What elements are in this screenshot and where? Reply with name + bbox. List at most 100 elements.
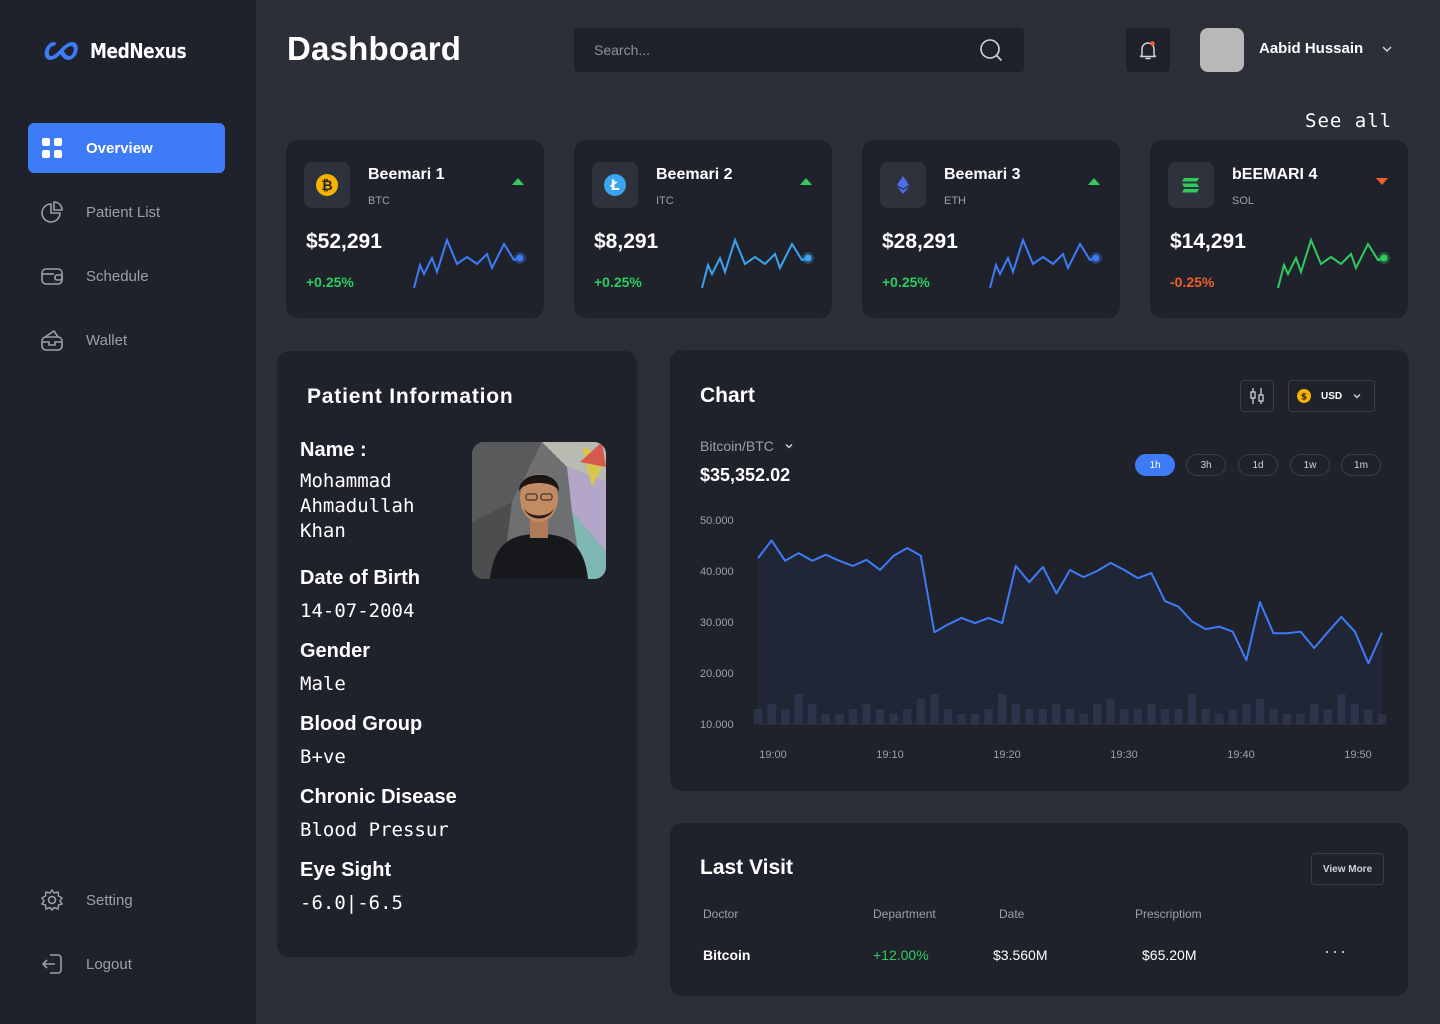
chronic-disease-label: Chronic Disease — [300, 786, 457, 808]
coin-name: bEEMARI 4 — [1232, 166, 1318, 183]
last-visit-card: Last Visit View More Doctor Department D… — [670, 823, 1408, 996]
candlestick-icon — [1250, 388, 1264, 404]
range-1h-button[interactable]: 1h — [1135, 454, 1175, 476]
sparkline — [989, 237, 1102, 289]
search-input[interactable]: Search... — [574, 28, 1024, 72]
dob-value: 14-07-2004 — [300, 600, 415, 622]
sidebar-item-logout[interactable]: Logout — [28, 939, 225, 989]
notification-button[interactable] — [1126, 28, 1170, 72]
sidebar-item-label: Schedule — [86, 267, 149, 285]
y-tick-label: 40.000 — [700, 566, 734, 578]
page-title: Dashboard — [287, 30, 462, 67]
sidebar-item-label: Setting — [86, 891, 133, 909]
sidebar-item-setting[interactable]: Setting — [28, 875, 225, 925]
bell-icon — [1139, 41, 1157, 60]
cell-date: $3.560M — [993, 947, 1048, 963]
currency-select[interactable]: $ USD — [1288, 380, 1375, 412]
gender-value: Male — [300, 673, 346, 695]
sidebar-item-schedule[interactable]: Schedule — [28, 251, 225, 301]
brand-logo[interactable]: MedNexus — [42, 38, 203, 64]
sparkline — [413, 237, 526, 289]
coin-icon-wrap — [880, 162, 926, 208]
cell-doctor: Bitcoin — [703, 947, 751, 963]
trend-up-icon — [1088, 178, 1100, 185]
pair-price: $35,352.02 — [700, 465, 791, 485]
coin-symbol: ITC — [656, 195, 674, 207]
sparkline — [701, 237, 814, 289]
coin-change: +0.25% — [882, 274, 930, 290]
brand-name: MedNexus — [90, 39, 187, 63]
range-1m-button[interactable]: 1m — [1341, 454, 1381, 476]
pair-label: Bitcoin/BTC — [700, 438, 774, 454]
coin-name: Beemari 1 — [368, 166, 445, 183]
sidebar-item-overview[interactable]: Overview — [28, 123, 225, 173]
x-tick-label: 19:40 — [1227, 749, 1255, 761]
coin-change: +0.25% — [594, 274, 642, 290]
litecoin-icon: Ł — [604, 174, 626, 196]
solana-icon — [1182, 178, 1199, 193]
chart-card: Chart $ USD Bitcoin/BTC $35,352.02 1h 3h… — [670, 350, 1409, 791]
price-line-chart[interactable]: 50.000 40.000 30.000 20.000 10.000 19:00 19:10… — [670, 500, 1409, 770]
coin-change: -0.25% — [1170, 274, 1215, 290]
trend-down-icon — [1376, 178, 1388, 185]
x-tick-label: 19:50 — [1344, 749, 1372, 761]
svg-text:₿: ₿ — [321, 178, 332, 194]
coin-price: $52,291 — [306, 230, 382, 253]
y-tick-label: 50.000 — [700, 515, 734, 527]
patient-photo — [472, 442, 606, 579]
sidebar-item-wallet[interactable]: Wallet — [28, 315, 225, 365]
bitcoin-icon: ₿ — [316, 174, 338, 196]
logout-icon — [41, 954, 62, 974]
chevron-down-icon[interactable] — [1380, 42, 1394, 56]
infinity-logo-icon — [44, 41, 78, 61]
column-header-prescription: Prescriptiom — [1135, 907, 1202, 921]
blood-group-value: B+ve — [300, 746, 346, 768]
name-value-line-3: Khan — [300, 520, 346, 542]
coin-icon-wrap: Ł — [592, 162, 638, 208]
y-tick-label: 10.000 — [700, 719, 734, 731]
user-name[interactable]: Aabid Hussain — [1259, 40, 1363, 57]
sidebar-item-patient-list[interactable]: Patient List — [28, 187, 225, 237]
avatar[interactable] — [1200, 28, 1244, 72]
coin-price: $8,291 — [594, 230, 659, 253]
range-1d-button[interactable]: 1d — [1238, 454, 1278, 476]
cell-prescription: $65.20M — [1142, 947, 1197, 963]
range-1w-button[interactable]: 1w — [1290, 454, 1330, 476]
svg-text:Ł: Ł — [610, 178, 620, 194]
sparkline — [1277, 237, 1390, 289]
see-all-link[interactable]: See all — [1305, 110, 1392, 132]
coin-card[interactable]: bEEMARI 4 SOL $14,291 -0.25% — [1150, 140, 1408, 318]
pair-select[interactable]: Bitcoin/BTC — [700, 438, 794, 454]
coin-card[interactable]: Ł Beemari 2 ITC $8,291 +0.25% — [574, 140, 832, 318]
coin-card[interactable]: ₿ Beemari 1 BTC $52,291 +0.25% — [286, 140, 544, 318]
sidebar-item-label: Logout — [86, 955, 132, 973]
gender-label: Gender — [300, 640, 371, 662]
eye-sight-value: -6.0|-6.5 — [300, 892, 403, 914]
chevron-down-icon — [785, 444, 793, 449]
name-label: Name : — [300, 439, 367, 461]
column-header-doctor: Doctor — [703, 907, 739, 921]
chart-settings-button[interactable] — [1240, 380, 1274, 412]
blood-group-label: Blood Group — [300, 713, 423, 735]
coin-symbol: ETH — [944, 195, 966, 207]
sidebar: MedNexus Overview Patient List Schedule … — [0, 0, 256, 1024]
coin-name: Beemari 3 — [944, 166, 1021, 183]
coin-symbol: SOL — [1232, 195, 1255, 207]
more-options-icon[interactable]: ··· — [1324, 941, 1348, 962]
range-3h-button[interactable]: 3h — [1186, 454, 1226, 476]
gear-icon — [41, 889, 63, 911]
view-more-button[interactable]: View More — [1311, 853, 1384, 885]
chevron-down-icon — [1353, 394, 1361, 399]
wallet-card-icon — [41, 268, 63, 285]
pie-chart-icon — [41, 201, 63, 223]
last-visit-title: Last Visit — [700, 856, 793, 879]
currency-label: USD — [1321, 390, 1343, 402]
chronic-disease-value: Blood Pressur — [300, 819, 449, 841]
sidebar-item-label: Patient List — [86, 203, 161, 221]
trend-up-icon — [800, 178, 812, 185]
coin-card[interactable]: Beemari 3 ETH $28,291 +0.25% — [862, 140, 1120, 318]
ethereum-icon — [897, 176, 909, 194]
x-tick-label: 19:00 — [759, 749, 787, 761]
wallet-icon — [41, 329, 63, 351]
search-icon[interactable] — [978, 37, 1004, 63]
